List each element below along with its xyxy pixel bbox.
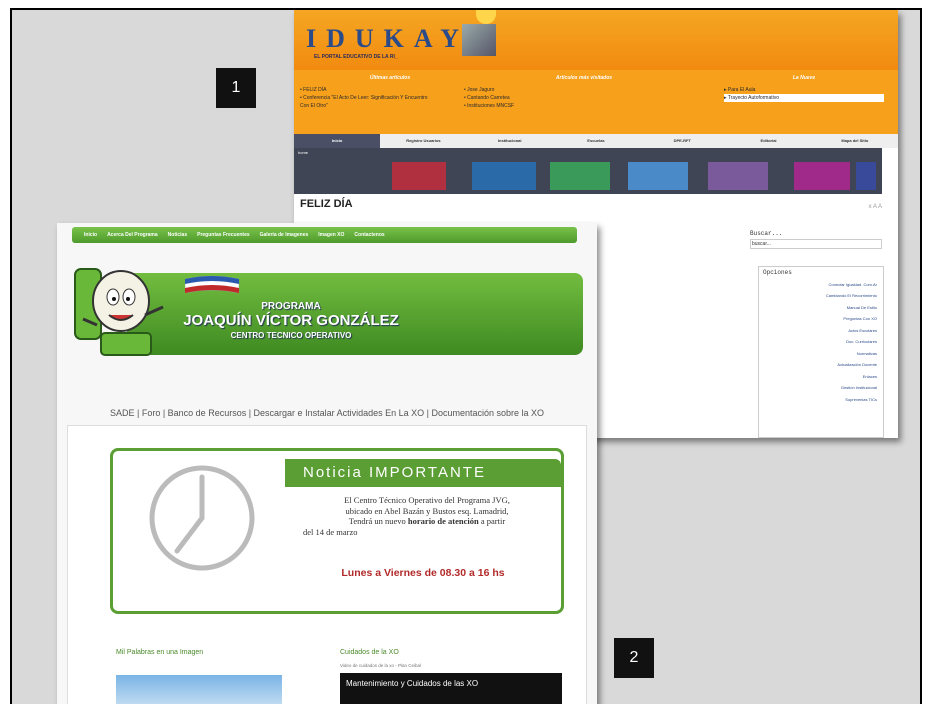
option-link[interactable]: Conectar Igualdad .Com.Ar [759, 279, 877, 291]
users-icon[interactable] [856, 162, 876, 190]
sidebar: x A A Buscar... buscar... [750, 204, 882, 249]
nav-contactenos[interactable]: Contactenos [354, 227, 384, 243]
option-link[interactable]: Doc. Curriculares [759, 336, 877, 348]
clock-icon [149, 465, 255, 571]
notice-body: El Centro Técnico Operativo del Programa… [303, 495, 510, 537]
xo-mascot-icon [74, 268, 164, 356]
banner-title: PROGRAMA JOAQUÍN VÍCTOR GONZÁLEZ CENTRO … [183, 301, 399, 340]
options-title: Opciones [763, 269, 792, 276]
notice-box: Noticia IMPORTANTE El Centro Técnico Ope… [110, 448, 564, 614]
search-input[interactable]: buscar... [750, 239, 882, 249]
section-title-xo-care[interactable]: Cuidados de la XO [340, 649, 399, 656]
main-tabs: Inicio Registro Usuarios Institucional E… [294, 134, 898, 148]
forum-icon[interactable] [472, 162, 536, 190]
tab-dpe[interactable]: DPE-RFT [639, 134, 725, 148]
sun-icon [476, 10, 496, 24]
section-link[interactable]: ▸ Para El Aula [724, 86, 884, 94]
label-badge-2: 2 [614, 638, 654, 678]
nav-preguntas[interactable]: Preguntas Frecuentes [197, 227, 250, 243]
new-section: La Nueve ▸ Para El Aula ▸ Trayecto Autof… [724, 74, 884, 102]
article-link[interactable]: • Jose Jaguro [464, 86, 704, 94]
nav-acerca[interactable]: Acerca Del Programa [107, 227, 158, 243]
article-link[interactable]: • FELIZ DÍA [300, 86, 480, 94]
notice-title: Noticia IMPORTANTE [285, 459, 561, 487]
articles-row: Últimas artículos • FELIZ DÍA • Conferen… [294, 70, 898, 134]
content-card: Noticia IMPORTANTE El Centro Técnico Ope… [67, 425, 587, 704]
tab-mapa[interactable]: Mapa del Sitio [812, 134, 898, 148]
search-label: Buscar... [750, 230, 783, 237]
tab-inicio[interactable]: Inicio [294, 134, 381, 148]
section-title-images[interactable]: Mil Palabras en una Imagen [116, 649, 203, 656]
article-link[interactable]: • Cantando Carretea [464, 94, 704, 102]
video-subtitle: Video de cuidados de la xo - Plan Ceibal [340, 663, 421, 668]
books-icon[interactable] [628, 162, 688, 190]
header-photo [462, 24, 496, 56]
idukay-header: IDUKAY EL PORTAL EDUCATIVO DE LA RI_ [294, 10, 898, 70]
options-panel: Opciones Conectar Igualdad .Com.Ar Cambi… [758, 266, 884, 438]
tab-institucional[interactable]: Institucional [467, 134, 553, 148]
tree-image[interactable] [116, 675, 282, 704]
option-link[interactable]: Normativas [759, 348, 877, 360]
option-link[interactable]: Suprevenias TICs [759, 394, 877, 406]
option-link[interactable]: Actualización Docente [759, 359, 877, 371]
idukay-tagline: EL PORTAL EDUCATIVO DE LA RI_ [314, 54, 398, 60]
tools-icon[interactable] [708, 162, 768, 190]
xo-care-video[interactable]: Mantenimiento y Cuidados de las XO [340, 673, 562, 704]
option-link[interactable]: Gestión Institucional [759, 382, 877, 394]
article-link[interactable]: Con El Otro" [300, 102, 480, 110]
nav-inicio[interactable]: Inicio [84, 227, 97, 243]
tab-escuelas[interactable]: Escuelas [553, 134, 639, 148]
option-link[interactable]: Enlaces [759, 371, 877, 383]
flag-icon [185, 275, 239, 294]
tab-subtitle: home [298, 150, 309, 155]
label-badge-1: 1 [216, 68, 256, 108]
option-link[interactable]: Actos Escolares [759, 325, 877, 337]
tab-editorial[interactable]: Editorial [725, 134, 811, 148]
collage-frame: IDUKAY EL PORTAL EDUCATIVO DE LA RI_ Últ… [10, 8, 922, 704]
help-icon[interactable] [794, 162, 850, 190]
nav-galeria[interactable]: Galería de Imagenes [260, 227, 309, 243]
icon-banner: home [294, 148, 882, 194]
nav-imagen-xo[interactable]: Imagen XO [318, 227, 344, 243]
latest-articles: Últimas artículos • FELIZ DÍA • Conferen… [300, 74, 480, 110]
most-visited-articles: Artículos más visitados • Jose Jaguro • … [464, 74, 704, 110]
article-link[interactable]: • Conferencia "El Acto De Leer: Signific… [300, 94, 480, 102]
jvg-program-screenshot: Inicio Acerca Del Programa Noticias Preg… [57, 223, 597, 704]
jvg-nav: Inicio Acerca Del Programa Noticias Preg… [72, 227, 577, 243]
article-link[interactable]: • Instituciones MNCSF [464, 102, 704, 110]
page-title: FELIZ DÍA [300, 198, 353, 210]
faq-icon[interactable] [550, 162, 610, 190]
campus-icon[interactable] [392, 162, 446, 190]
option-link[interactable]: Preguntas Con XO [759, 313, 877, 325]
section-link[interactable]: ▸ Trayecto Autoformativo [724, 94, 884, 102]
office-hours: Lunes a Viernes de 08.30 a 16 hs [341, 567, 505, 579]
idukay-logo[interactable]: IDUKAY [306, 24, 469, 54]
tab-registro[interactable]: Registro Usuarios [380, 134, 466, 148]
option-link[interactable]: Manual De Estilo [759, 302, 877, 314]
nav-noticias[interactable]: Noticias [168, 227, 187, 243]
resource-links[interactable]: SADE | Foro | Banco de Recursos | Descar… [57, 408, 597, 418]
text-size-controls[interactable]: x A A [750, 204, 882, 210]
option-link[interactable]: Cambiando El Recorrimiento [759, 290, 877, 302]
